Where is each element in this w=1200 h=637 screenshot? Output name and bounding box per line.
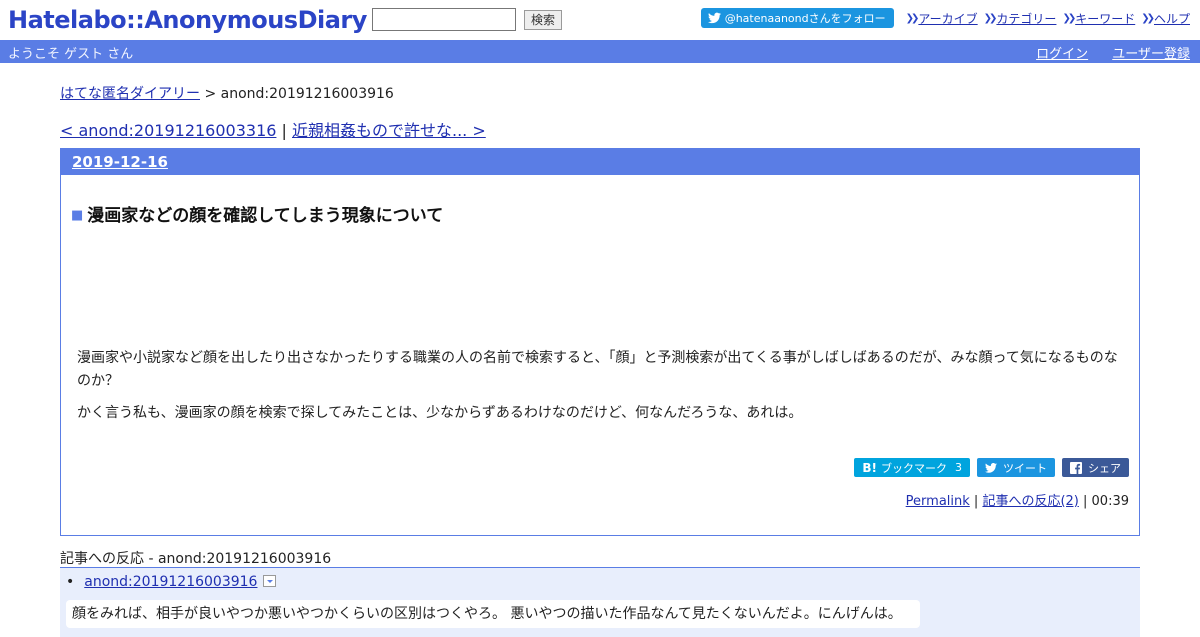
footer-separator: |	[969, 494, 983, 509]
dropdown-toggle-icon[interactable]	[263, 575, 277, 587]
hatena-bookmark-count: 3	[955, 461, 962, 474]
reaction-list: • anond:20191216003916 顔をみれば、相手が良いやつか悪いやつ…	[60, 567, 1140, 637]
nav-keyword-link[interactable]: キーワード	[1075, 10, 1135, 27]
welcome-bar: ようこそ ゲスト さん ログイン ユーザー登録	[0, 40, 1200, 63]
hatena-bookmark-label: ブックマーク	[881, 461, 947, 475]
twitter-bird-icon	[985, 462, 997, 473]
reactions-heading: 記事への反応 - anond:20191216003916	[60, 548, 1140, 567]
search-input[interactable]	[372, 8, 516, 31]
pager-separator: |	[276, 121, 292, 140]
nav-help-link[interactable]: ヘルプ	[1154, 10, 1190, 27]
main-content: はてな匿名ダイアリー > anond:20191216003916 < anon…	[60, 84, 1140, 637]
search-button[interactable]: 検索	[524, 10, 562, 30]
entry-title-text: 漫画家などの顔を確認してしまう現象について	[87, 206, 444, 226]
chevron-right-icon: ❯❯	[905, 12, 920, 24]
nav-archive: ❯❯ アーカイブ	[906, 10, 978, 27]
tweet-label: ツイート	[1003, 461, 1047, 475]
day-date-link[interactable]: 2019-12-16	[72, 153, 168, 171]
entry-pager: < anond:20191216003316 | 近親相姦もので許せな... >	[60, 120, 1140, 142]
day-section: 2019-12-16 ■ 漫画家などの顔を確認してしまう現象について 漫画家や小説…	[60, 148, 1140, 536]
reactions-link[interactable]: 記事への反応(2)	[982, 494, 1078, 509]
next-entry-link[interactable]: 近親相姦もので許せな... >	[292, 121, 486, 140]
twitter-follow-button[interactable]: @hatenaanondさんをフォロー	[700, 8, 894, 28]
entry-paragraph: 漫画家や小説家など顔を出したり出さなかったりする職業の人の名前で検索すると、「顔…	[77, 350, 1118, 389]
breadcrumb-home[interactable]: はてな匿名ダイアリー	[60, 86, 200, 102]
nav-archive-link[interactable]: アーカイブ	[918, 10, 977, 27]
hatena-bookmark-icon: B!	[862, 460, 877, 475]
entry-time: 00:39	[1091, 494, 1129, 509]
entry-permalink-square[interactable]: ■	[71, 208, 83, 223]
nav-keyword: ❯❯ キーワード	[1062, 10, 1135, 27]
entry-title: ■ 漫画家などの顔を確認してしまう現象について	[71, 201, 443, 226]
facebook-share-label: シェア	[1088, 461, 1121, 475]
twitter-bird-icon	[707, 12, 721, 24]
footer-separator: |	[1078, 494, 1092, 509]
day-header: 2019-12-16	[61, 149, 1139, 175]
login-link[interactable]: ログイン	[1036, 47, 1088, 62]
tweet-button[interactable]: ツイート	[977, 458, 1055, 477]
share-buttons: B! ブックマーク 3 ツイート シェア	[847, 458, 1129, 477]
chevron-right-icon: ❯❯	[1141, 12, 1155, 24]
facebook-share-button[interactable]: シェア	[1062, 458, 1129, 477]
facebook-icon	[1070, 461, 1082, 474]
prev-entry-link[interactable]: < anond:20191216003316	[60, 121, 276, 140]
welcome-text: ようこそ ゲスト さん	[8, 47, 134, 62]
reactions-heading-separator: -	[144, 551, 158, 567]
nav-help: ❯❯ ヘルプ	[1141, 10, 1190, 27]
breadcrumb: はてな匿名ダイアリー > anond:20191216003916	[60, 84, 1140, 104]
entry-body: 漫画家や小説家など顔を出したり出さなかったりする職業の人の名前で検索すると、「顔…	[77, 347, 1131, 434]
breadcrumb-separator: >	[200, 86, 221, 102]
site-logo[interactable]: Hatelabo::AnonymousDiary	[8, 6, 367, 34]
follow-label: @hatenaanondさんをフォロー	[724, 12, 886, 25]
reaction-text: 顔をみれば、相手が良いやつか悪いやつかくらいの区別はつくやろ。 悪いやつの描いた…	[66, 600, 920, 628]
reaction-id-link[interactable]: anond:20191216003916	[84, 574, 257, 590]
reactions-heading-id: anond:20191216003916	[157, 551, 332, 567]
header-nav: @hatenaanondさんをフォロー ❯❯ アーカイブ ❯❯ カテゴリー ❯❯ キー…	[700, 8, 1190, 28]
list-item: • anond:20191216003916	[66, 574, 277, 590]
auth-links: ログイン ユーザー登録	[1016, 43, 1190, 62]
entry-footer: Permalink | 記事への反応(2) | 00:39	[906, 490, 1129, 509]
register-link[interactable]: ユーザー登録	[1112, 47, 1190, 62]
reactions-heading-label: 記事への反応	[60, 551, 144, 567]
permalink-link[interactable]: Permalink	[906, 494, 970, 509]
nav-category-link[interactable]: カテゴリー	[996, 10, 1056, 27]
chevron-right-icon: ❯❯	[983, 12, 998, 24]
site-header: Hatelabo::AnonymousDiary 検索 @hatenaanond…	[0, 0, 1200, 40]
chevron-right-icon: ❯❯	[1062, 12, 1076, 24]
breadcrumb-current: anond:20191216003916	[220, 86, 394, 102]
bullet-icon: •	[66, 574, 75, 590]
nav-category: ❯❯ カテゴリー	[984, 10, 1057, 27]
entry-paragraph: かく言う私も、漫画家の顔を検索で探してみたことは、少なからずあるわけなのだけど、…	[77, 405, 803, 421]
hatena-bookmark-button[interactable]: B! ブックマーク 3	[854, 458, 970, 477]
